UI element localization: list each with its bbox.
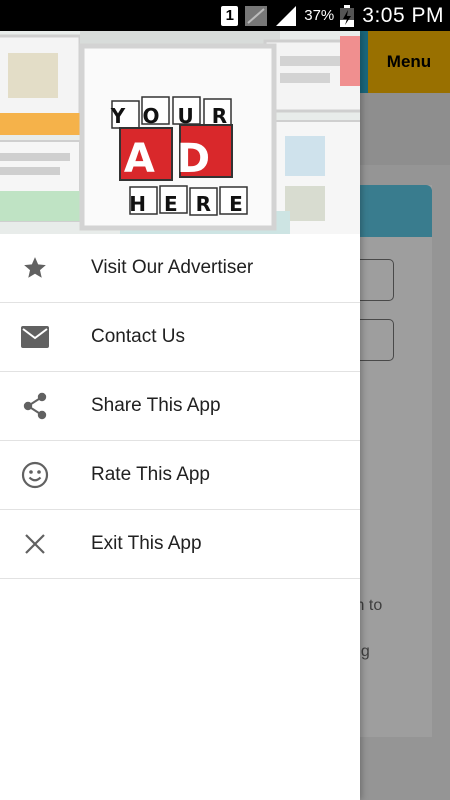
- drawer-item-label: Visit Our Advertiser: [91, 257, 254, 278]
- smiley-icon: [20, 460, 50, 490]
- no-data-signal-icon: [245, 5, 268, 26]
- drawer-item-label: Exit This App: [91, 533, 202, 554]
- drawer-item-contact-us[interactable]: Contact Us: [0, 303, 360, 372]
- battery-percent: 37%: [304, 7, 335, 24]
- share-icon: [20, 391, 50, 421]
- drawer-item-label: Share This App: [91, 395, 221, 416]
- ad-banner-illustration: YOUR HERE AD: [0, 31, 360, 234]
- drawer-item-visit-advertiser[interactable]: Visit Our Advertiser: [0, 234, 360, 303]
- ad-banner-text-line3: HERE: [129, 192, 260, 216]
- ad-banner-text-line1: YOUR: [110, 104, 245, 128]
- battery-charging-icon: [340, 4, 355, 27]
- signal-strength-icon: [276, 5, 297, 26]
- mail-icon: [20, 322, 50, 352]
- status-bar: 1 37% 3:05 PM: [0, 0, 450, 31]
- star-icon: [20, 253, 50, 283]
- drawer-item-rate-app[interactable]: Rate This App: [0, 441, 360, 510]
- sim-slot-icon: 1: [221, 5, 239, 26]
- navigation-drawer: YOUR HERE AD Visit Our Advertiser Contac…: [0, 31, 360, 800]
- drawer-item-label: Rate This App: [91, 464, 211, 485]
- ad-banner[interactable]: YOUR HERE AD: [0, 31, 360, 234]
- drawer-item-share-app[interactable]: Share This App: [0, 372, 360, 441]
- screen: 1 37% 3:05 PM Menu in to ng YOUR HERE AD…: [0, 0, 450, 800]
- drawer-item-exit-app[interactable]: Exit This App: [0, 510, 360, 579]
- clock: 3:05 PM: [362, 3, 444, 27]
- close-icon: [20, 529, 50, 559]
- drawer-item-label: Contact Us: [91, 326, 185, 347]
- ad-banner-text-line2: AD: [124, 136, 232, 182]
